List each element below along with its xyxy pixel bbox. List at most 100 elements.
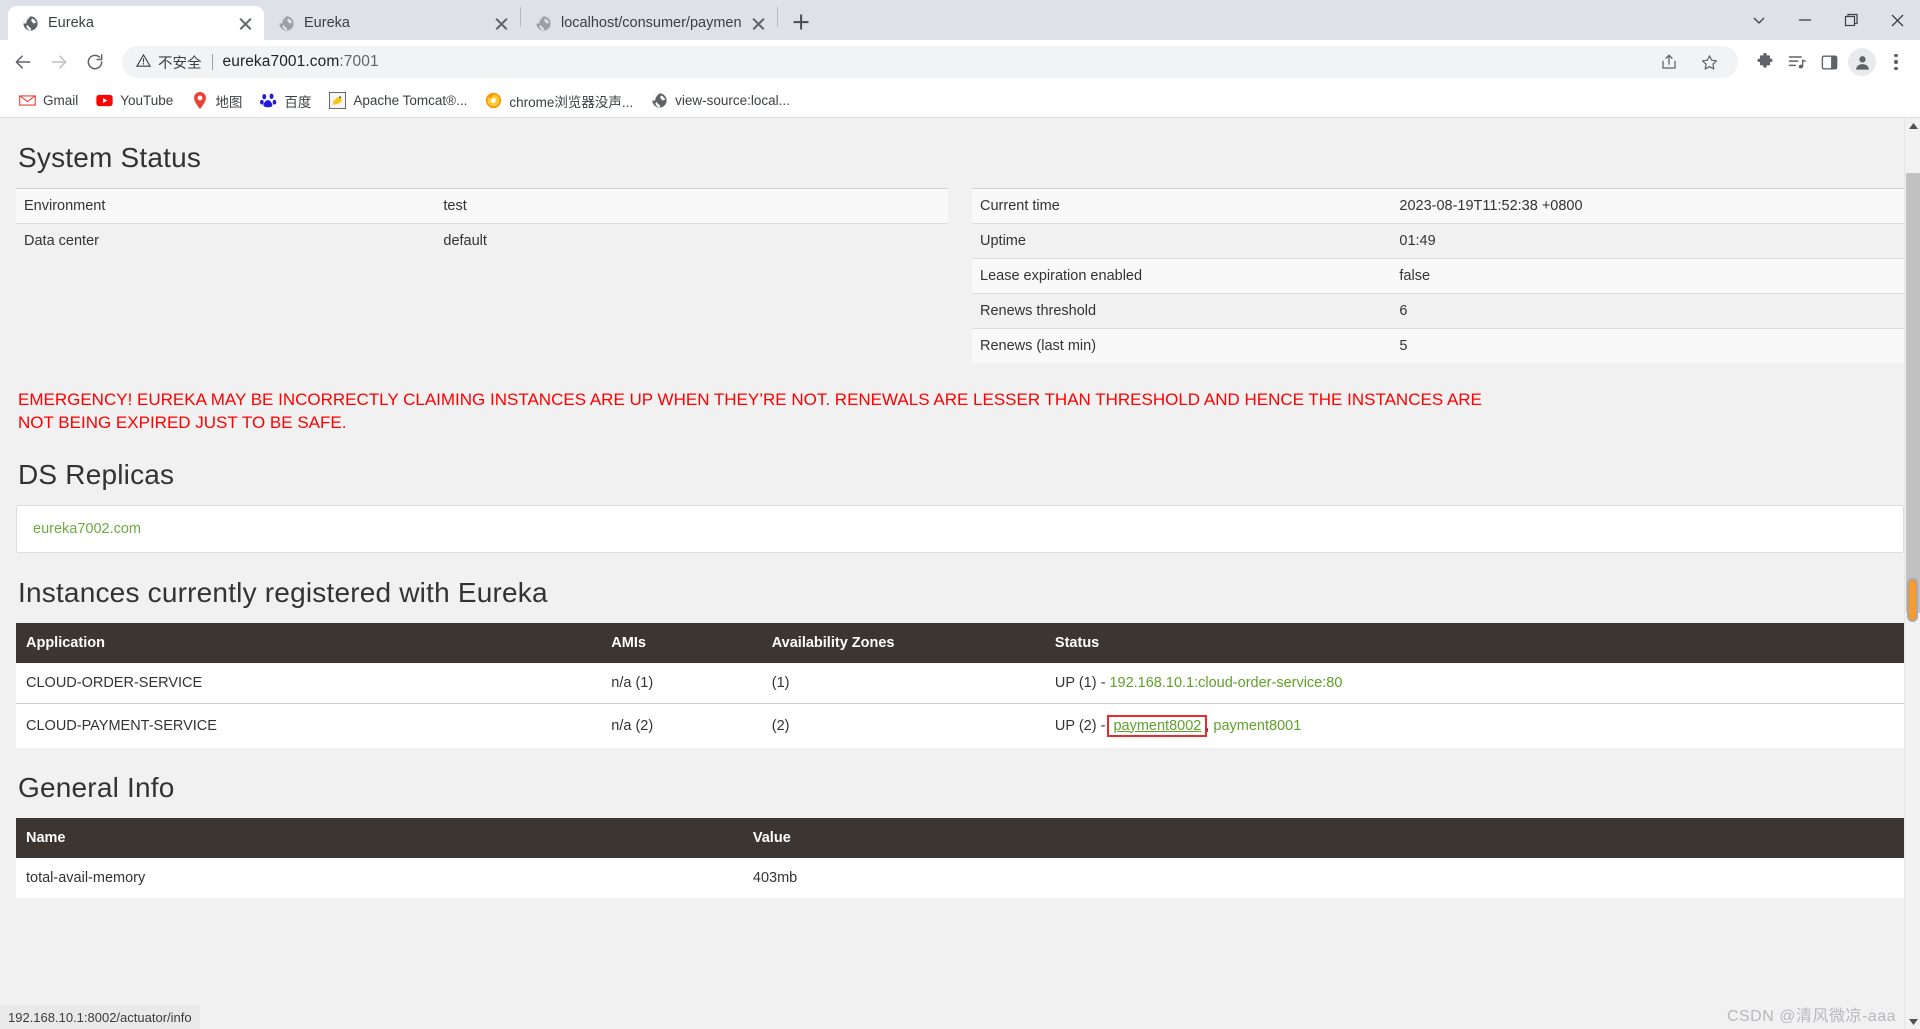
cell-value: 403mb: [742, 857, 1904, 898]
globe-icon: [651, 92, 668, 109]
cell-application: CLOUD-ORDER-SERVICE: [16, 662, 602, 704]
scroll-up-arrow-icon[interactable]: [1905, 118, 1920, 134]
close-icon[interactable]: [750, 15, 767, 32]
table-header-row: Application AMIs Availability Zones Stat…: [16, 622, 1904, 663]
instance-link-payment8001[interactable]: payment8001: [1213, 718, 1301, 734]
column-header-amis: AMIs: [601, 622, 762, 663]
row-key: Current time: [980, 198, 1060, 214]
system-status-columns: Environment test Data center default Cur…: [16, 188, 1904, 363]
table-row: Current time 2023-08-19T11:52:38 +0800: [972, 188, 1904, 224]
share-icon[interactable]: [1656, 49, 1682, 75]
row-value: 01:49: [1399, 233, 1436, 249]
globe-icon: [535, 15, 552, 32]
scroll-down-arrow-icon[interactable]: [1905, 1013, 1920, 1029]
side-panel-icon[interactable]: [1816, 49, 1842, 75]
scrollbar-thumb[interactable]: [1906, 173, 1920, 613]
reload-button[interactable]: [78, 45, 112, 79]
security-label: 不安全: [158, 55, 202, 72]
table-row: CLOUD-PAYMENT-SERVICE n/a (2) (2) UP (2)…: [16, 702, 1904, 748]
browser-window: Eureka Eureka localhost/consumer/payment…: [0, 0, 1920, 1029]
forward-button[interactable]: [42, 45, 76, 79]
row-key: Renews threshold: [980, 303, 1097, 319]
eureka-dashboard: System Status Environment test Data cent…: [16, 142, 1904, 898]
bookmark-view-source[interactable]: view-source:local...: [642, 88, 799, 113]
browser-tab-3[interactable]: localhost/consumer/payment/: [521, 6, 777, 40]
maximize-icon[interactable]: [1828, 0, 1874, 40]
kebab-menu-icon[interactable]: [1882, 48, 1910, 76]
row-value: 2023-08-19T11:52:38 +0800: [1399, 198, 1583, 214]
instance-link[interactable]: 192.168.10.1:cloud-order-service:80: [1109, 675, 1342, 691]
row-value: false: [1399, 268, 1431, 284]
annotation-highlight-box: payment8002: [1107, 714, 1208, 737]
star-icon[interactable]: [1696, 49, 1722, 75]
url-host: eureka7001.com: [222, 53, 340, 70]
row-value: test: [443, 198, 467, 214]
tab-separator: [777, 7, 778, 27]
ds-replica-link[interactable]: eureka7002.com: [33, 521, 141, 537]
close-window-icon[interactable]: [1874, 0, 1920, 40]
instance-link-payment8002[interactable]: payment8002: [1113, 718, 1201, 734]
table-row: total-avail-memory 403mb: [16, 857, 1904, 898]
bookmark-chrome-no-sound[interactable]: chrome浏览器没声...: [476, 87, 642, 115]
cell-name: total-avail-memory: [16, 857, 743, 898]
new-tab-button[interactable]: [786, 7, 816, 37]
gmail-icon: [19, 92, 36, 109]
bookmark-tomcat[interactable]: Apache Tomcat®...: [320, 88, 476, 113]
row-key: Data center: [24, 233, 99, 249]
address-bar[interactable]: 不安全 eureka7001.com:7001: [122, 46, 1738, 78]
reading-list-icon[interactable]: [1784, 49, 1810, 75]
tab-title: localhost/consumer/payment/: [561, 15, 741, 31]
back-button[interactable]: [6, 45, 40, 79]
browser-tab-1[interactable]: Eureka: [8, 6, 264, 40]
row-key: Uptime: [980, 233, 1026, 249]
bookmark-label: view-source:local...: [675, 93, 790, 108]
bookmark-label: Apache Tomcat®...: [353, 93, 468, 108]
bookmark-baidu[interactable]: 百度: [251, 87, 320, 115]
search-tabs-icon[interactable]: [1736, 0, 1782, 40]
google-maps-icon: [191, 92, 208, 109]
page-title-ds-replicas: DS Replicas: [18, 458, 175, 490]
not-secure-indicator[interactable]: 不安全: [135, 52, 202, 73]
browser-toolbar: 不安全 eureka7001.com:7001: [0, 40, 1920, 84]
bookmarks-bar: Gmail YouTube 地图 百度 Apache Tomcat®... ch…: [0, 84, 1920, 118]
row-key: Environment: [24, 198, 106, 214]
table-row: Data center default: [16, 223, 948, 259]
tab-title: Eureka: [48, 15, 94, 31]
bookmark-gmail[interactable]: Gmail: [10, 88, 87, 113]
page-title-instances: Instances currently registered with Eure…: [18, 576, 548, 608]
browser-tab-2[interactable]: Eureka: [264, 6, 520, 40]
cell-zones: (2): [761, 702, 1045, 748]
system-status-left-table: Environment test Data center default: [16, 188, 948, 258]
close-icon[interactable]: [493, 15, 510, 32]
page-title-system-status: System Status: [18, 142, 202, 173]
page-viewport: System Status Environment test Data cent…: [0, 118, 1920, 1029]
cell-application: CLOUD-PAYMENT-SERVICE: [16, 702, 602, 748]
globe-icon: [22, 15, 39, 32]
bookmark-label: YouTube: [120, 93, 174, 108]
column-header-zones: Availability Zones: [761, 622, 1045, 663]
system-status-right-table: Current time 2023-08-19T11:52:38 +0800 U…: [972, 188, 1904, 363]
puzzle-icon[interactable]: [1752, 49, 1778, 75]
close-icon[interactable]: [237, 15, 254, 32]
minimize-icon[interactable]: [1782, 0, 1828, 40]
bookmark-label: chrome浏览器没声...: [509, 94, 634, 110]
profile-avatar-icon[interactable]: [1848, 48, 1876, 76]
bookmark-maps[interactable]: 地图: [182, 87, 251, 115]
globe-icon: [278, 15, 295, 32]
instances-table: Application AMIs Availability Zones Stat…: [16, 622, 1904, 748]
page-scrollbar[interactable]: [1904, 118, 1920, 1029]
row-value: 5: [1399, 338, 1408, 354]
row-key: Lease expiration enabled: [980, 268, 1143, 284]
bookmark-label: 百度: [284, 94, 312, 110]
table-row: Lease expiration enabled false: [972, 258, 1904, 294]
bookmark-label: Gmail: [43, 93, 79, 108]
table-row: Renews (last min) 5: [972, 328, 1904, 363]
scrollbar-position-marker[interactable]: [1907, 578, 1918, 622]
row-key: Renews (last min): [980, 338, 1097, 354]
toolbar-right-actions: [1752, 48, 1910, 76]
tab-strip: Eureka Eureka localhost/consumer/payment…: [0, 0, 1920, 40]
url-text: eureka7001.com:7001: [223, 53, 379, 71]
general-info-table: Name Value total-avail-memory 403mb: [16, 817, 1904, 898]
bookmark-youtube[interactable]: YouTube: [87, 88, 182, 113]
table-row: Uptime 01:49: [972, 223, 1904, 259]
